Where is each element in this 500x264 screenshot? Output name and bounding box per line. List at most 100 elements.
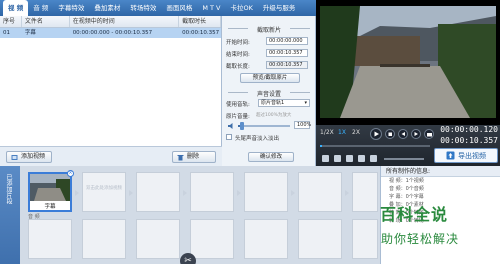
audio-slot[interactable]	[190, 219, 234, 259]
column-filename[interactable]: 文件名	[22, 16, 70, 27]
preview-clip-button[interactable]: 预览/截取原片	[240, 73, 300, 83]
crop-icon[interactable]	[370, 155, 377, 162]
current-timecode: 00:00:00.120	[440, 125, 498, 134]
audio-slot[interactable]	[244, 219, 288, 259]
add-video-button[interactable]: 添加视频	[6, 151, 52, 163]
video-preview[interactable]	[316, 0, 500, 125]
info-row: 字 幕：0个字幕	[389, 194, 424, 200]
stop-button[interactable]	[385, 129, 395, 139]
audio-track-value: 原片音轨1	[261, 100, 285, 106]
audio-slot[interactable]	[82, 219, 126, 259]
snapshot-button[interactable]	[424, 129, 434, 139]
menu-mtv[interactable]: M T V	[197, 0, 225, 16]
end-time-field[interactable]: 00:00:10.357	[266, 49, 308, 57]
delete-label: 删除	[187, 153, 200, 160]
audio-section-title: 声音设置	[222, 89, 316, 98]
timeline: 已添加片段 字幕 × 双击此处添加视频 音 频 ✂	[0, 166, 380, 264]
menu-audio[interactable]: 音 频	[28, 0, 53, 16]
column-index[interactable]: 序号	[0, 16, 22, 27]
monitor-icon[interactable]	[322, 155, 329, 162]
empty-clip-slot[interactable]: 双击此处添加视频	[82, 172, 126, 212]
watermark: 百科全说 助你轻松解决	[375, 201, 500, 264]
add-video-label: 添加视频	[21, 153, 46, 160]
fade-checkbox[interactable]	[226, 134, 232, 140]
prev-frame-icon	[401, 132, 405, 136]
menu-video[interactable]: 视 频	[3, 0, 29, 16]
play-button[interactable]	[370, 128, 382, 140]
video-frame	[320, 6, 496, 118]
clip-thumbnail	[30, 174, 70, 201]
clip-settings-panel: 截取新片 开始时间: 00:00:00.000 结束时间: 00:00:10.3…	[222, 16, 316, 166]
watermark-subtitle: 助你轻松解决	[381, 232, 460, 246]
export-video-button[interactable]: 导出视频	[434, 148, 498, 163]
fade-label: 头尾声音淡入淡出	[235, 136, 280, 142]
clip-list-header: 序号 文件名 在视频中的时间 截取时长	[0, 16, 221, 28]
clip-label: 字幕	[44, 204, 56, 210]
preview-volume-slider[interactable]	[384, 158, 424, 160]
speed-1x[interactable]: 1X	[338, 129, 346, 136]
info-title: 所有制作的信息:	[381, 166, 500, 177]
start-time-field[interactable]: 00:00:00.000	[266, 37, 308, 45]
menu-style[interactable]: 画面风格	[161, 0, 197, 16]
next-frame-button[interactable]	[411, 129, 421, 139]
menu-subtitle-effects[interactable]: 字幕特效	[53, 0, 89, 16]
clip-length-label: 截取长度:	[226, 64, 250, 70]
empty-clip-slot[interactable]	[244, 172, 288, 212]
remove-clip-icon[interactable]: ×	[67, 170, 74, 177]
volume-slider[interactable]	[238, 122, 290, 130]
film-icon	[11, 154, 18, 160]
audio-track-select[interactable]: 原片音轨1 ▾	[258, 99, 310, 107]
volume-value-field[interactable]: 100%	[294, 121, 311, 129]
playback-controls: 1/2X 1X 2X 00:00:00.120 00:00:10.357 导出视…	[316, 125, 500, 166]
column-duration[interactable]: 截取时长	[179, 16, 221, 27]
audio-track-label: 使用音轨:	[226, 102, 250, 108]
menu-karaoke[interactable]: 卡拉OK	[226, 0, 258, 16]
menu-upgrade[interactable]: 升级与服务	[258, 0, 301, 16]
clip-list: 序号 文件名 在视频中的时间 截取时长 01 字幕 00:00:00.000 -…	[0, 16, 222, 146]
speed-2x[interactable]: 2X	[352, 129, 360, 136]
delete-button[interactable]: 删除	[172, 151, 216, 163]
confirm-button[interactable]: 确认修改	[248, 152, 294, 162]
total-timecode: 00:00:10.357	[440, 136, 498, 145]
end-time-label: 结束时间:	[226, 52, 250, 58]
track-label-text: 已添加片段	[5, 174, 12, 204]
video-thumbnail	[320, 6, 496, 118]
info-row: 视 频：1个视频	[389, 178, 424, 184]
play-icon	[374, 131, 379, 137]
empty-clip-slot[interactable]	[298, 172, 342, 212]
column-position[interactable]: 在视频中的时间	[70, 16, 180, 27]
menu-transitions[interactable]: 转场特效	[125, 0, 161, 16]
empty-clip-slot[interactable]	[190, 172, 234, 212]
next-frame-icon	[414, 132, 418, 136]
arrow-right-icon	[237, 190, 241, 196]
audio-slot[interactable]	[136, 219, 180, 259]
clip-list-toolbar: 添加视频 删除	[0, 146, 222, 166]
audio-slot[interactable]	[298, 219, 342, 259]
export-label: 导出视频	[458, 151, 486, 160]
scissors-icon[interactable]: ✂	[180, 253, 196, 264]
export-frame-icon[interactable]	[358, 155, 365, 162]
menu-overlay[interactable]: 叠加素材	[89, 0, 125, 16]
speaker-icon	[228, 123, 235, 129]
track-label: 已添加片段	[0, 166, 20, 264]
prev-frame-button[interactable]	[398, 129, 408, 139]
info-row: 音 频：0个音频	[389, 186, 424, 192]
trash-icon	[177, 154, 184, 160]
speed-half[interactable]: 1/2X	[320, 129, 334, 136]
clip-name: 字幕	[24, 30, 36, 36]
clip-row[interactable]: 01 字幕 00:00:00.000 - 00:00:10.357 00:00:…	[0, 28, 221, 38]
chevron-down-icon: ▾	[304, 100, 307, 106]
arrow-right-icon	[183, 190, 187, 196]
watermark-title: 百科全说	[380, 205, 449, 224]
volume-slider-handle[interactable]	[240, 122, 244, 130]
timeline-clip[interactable]: 字幕 ×	[28, 170, 74, 212]
export-icon	[446, 151, 455, 160]
audio-slot[interactable]	[28, 219, 72, 259]
progress-bar[interactable]	[320, 145, 430, 147]
folder-icon[interactable]	[346, 155, 353, 162]
empty-clip-slot[interactable]	[136, 172, 180, 212]
arrow-right-icon	[345, 190, 349, 196]
folder-open-icon[interactable]	[334, 155, 341, 162]
camera-icon	[427, 133, 432, 137]
clip-length-field: 00:00:10.357	[266, 61, 308, 69]
